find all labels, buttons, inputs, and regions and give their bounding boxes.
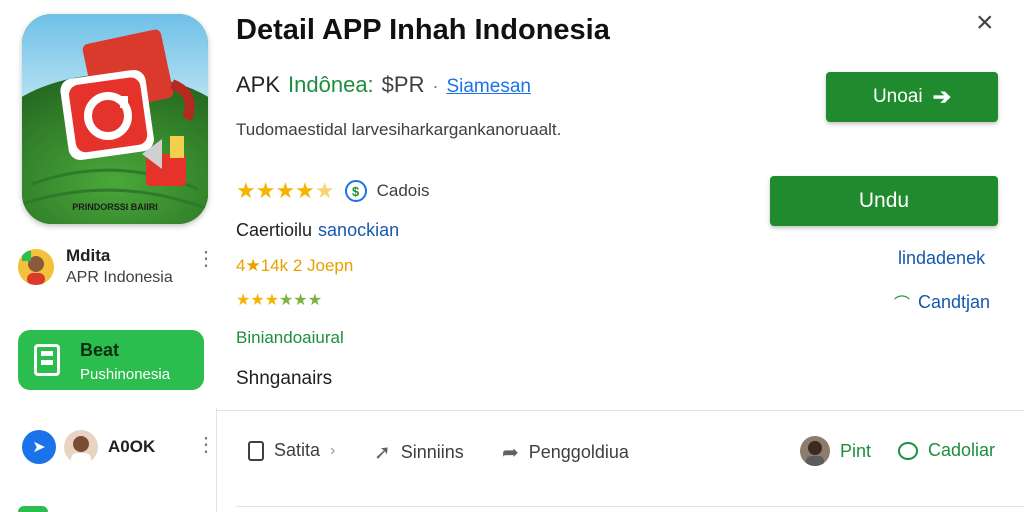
avatar (64, 430, 98, 464)
clipboard-icon (248, 440, 264, 461)
share-icon: ➚ (374, 442, 391, 464)
partial-item (18, 506, 48, 512)
developer-label[interactable]: Biniandoaiural (236, 328, 344, 348)
tab-sinniins[interactable]: ➚ Sinniins (374, 440, 464, 465)
subtitle-green: Indônea: (288, 72, 374, 97)
close-icon[interactable]: × (976, 8, 994, 38)
right-link-1[interactable]: lindadenek (898, 248, 985, 269)
changes-label: Shnganairs (236, 368, 333, 389)
avatar (18, 248, 54, 285)
sidebar-card[interactable]: Beat Pushinonesia (18, 330, 204, 390)
install-button[interactable]: Unoai ➔ (826, 72, 998, 122)
tab-penggoldiua[interactable]: ➦ Penggoldiua (502, 440, 629, 465)
tab-label: Satita (274, 440, 321, 460)
download-button[interactable]: Undu (770, 176, 998, 226)
tab-label: Cadoliar (928, 440, 996, 460)
tab-label: Pint (840, 440, 872, 461)
install-label: Unoai (872, 86, 923, 107)
tab-pint[interactable]: Pint (800, 436, 871, 466)
avatar (800, 436, 830, 466)
sidebar-profile[interactable]: Mdita APR Indonesia (18, 246, 214, 287)
app-icon: PRINDORSSI BAIIRI (22, 14, 208, 224)
small-rating-stars: ★★★★★★ (236, 292, 323, 309)
divider (216, 408, 217, 512)
sidebar-bottom-item[interactable]: ➤ A0OK (22, 430, 155, 464)
divider (216, 410, 1024, 411)
tab-label: Penggoldiua (528, 442, 629, 462)
page-title: Detail APP Inhah Indonesia (236, 14, 610, 46)
rating-stars: ★★★★★ (236, 178, 335, 203)
subtitle-link[interactable]: Siamesan (446, 76, 531, 98)
more-options-icon[interactable]: ⋮ (196, 435, 216, 455)
profile-name: Mdita (66, 246, 111, 265)
dollar-icon: $ (344, 180, 367, 202)
navigation-icon: ➤ (22, 430, 56, 464)
subtitle-prefix: APK (236, 72, 281, 97)
arrow-right-icon: ➔ (932, 84, 952, 109)
app-description: Tudomaestidal larvesiharkargankanoruaalt… (236, 120, 562, 139)
subtitle-price: $PR (381, 72, 425, 97)
subtitle-dot: · (432, 76, 439, 96)
comment-icon (898, 441, 918, 460)
leaf-icon: ⌒ (894, 296, 911, 313)
bottom-name: A0OK (108, 437, 156, 456)
right-link-2[interactable]: ⌒ Candtjan (894, 290, 990, 314)
card-title: Beat (80, 340, 120, 360)
tab-label: Sinniins (400, 442, 464, 462)
icon-caption: PRINDORSSI BAIIRI (72, 202, 158, 212)
rating-row: ★★★★★ $ Cadois (236, 178, 430, 204)
category-row: Caertioilu sanockian (236, 220, 399, 241)
downloads-text: 4★14k 2 Joepn (236, 256, 354, 275)
rating-label: Cadois (376, 181, 430, 200)
right-link-2-label: Candtjan (918, 291, 991, 312)
chevron-right-icon: › (330, 441, 336, 459)
app-subtitle: APK Indônea: $PR · Siamesan (236, 72, 531, 98)
card-sub: Pushinonesia (80, 366, 171, 383)
divider (236, 506, 1024, 507)
tab-satita[interactable]: Satita › (248, 440, 335, 461)
download-label: Undu (858, 189, 910, 212)
category-prefix: Caertioilu (236, 220, 313, 240)
app-icon-small (34, 344, 60, 376)
forward-icon: ➦ (502, 442, 519, 464)
more-options-icon[interactable]: ⋮ (196, 249, 216, 269)
profile-sub: APR Indonesia (66, 269, 173, 286)
category-link[interactable]: sanockian (318, 220, 399, 241)
tab-cadoliar[interactable]: Cadoliar (898, 440, 995, 461)
